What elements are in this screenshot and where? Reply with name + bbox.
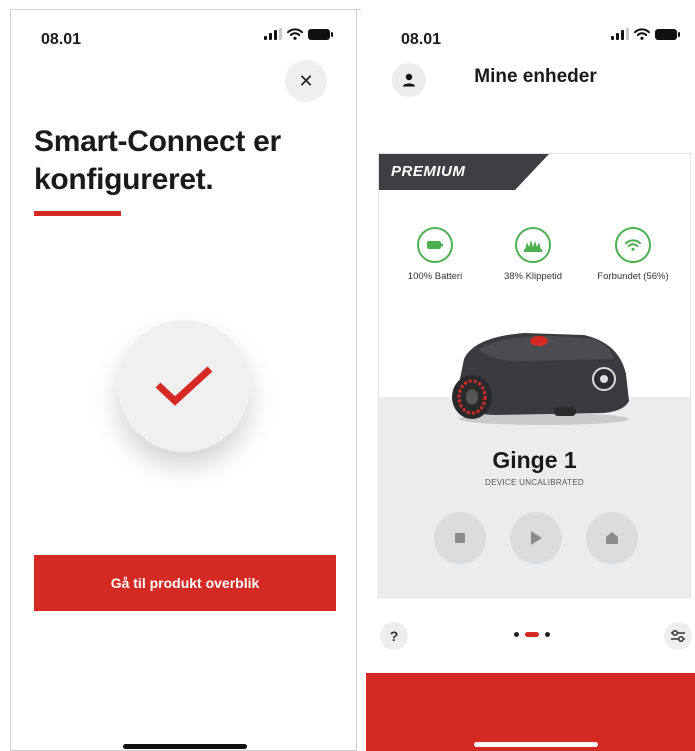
- status-time: 08.01: [401, 31, 442, 48]
- battery-icon: [308, 28, 333, 40]
- connection-stat-label: Forbundet (56%): [597, 271, 669, 282]
- title-line-2: konfigureret.: [34, 163, 214, 196]
- page-title: Mine enheder: [474, 66, 597, 87]
- wifi-icon: [634, 28, 650, 40]
- sliders-icon: [671, 630, 685, 642]
- help-icon: ?: [389, 628, 399, 644]
- close-icon: ✕: [298, 70, 314, 91]
- robot-mower-image: [452, 333, 629, 425]
- page-title: Smart-Connect er konfigureret.: [34, 123, 334, 199]
- checkmark-icon: [155, 366, 213, 406]
- play-button[interactable]: [510, 512, 562, 564]
- mowing-time-stat-ring: [515, 227, 551, 263]
- home-indicator[interactable]: [474, 742, 598, 747]
- connection-stat-ring: [615, 227, 651, 263]
- close-button[interactable]: ✕: [285, 60, 327, 102]
- battery-icon: [427, 241, 443, 249]
- page-indicator[interactable]: [514, 632, 550, 637]
- battery-stat-ring: [417, 227, 453, 263]
- status-bar: 08.01: [11, 10, 356, 54]
- signal-icon: [264, 28, 282, 40]
- home-indicator[interactable]: [123, 744, 247, 749]
- status-bar: 08.01: [366, 10, 695, 54]
- home-dock-button[interactable]: [586, 512, 638, 564]
- success-badge: [118, 320, 250, 452]
- play-icon: [531, 531, 542, 545]
- help-button[interactable]: ?: [380, 622, 408, 650]
- page-dot[interactable]: [545, 632, 550, 637]
- title-underline: [34, 211, 121, 216]
- status-icons: [264, 28, 333, 40]
- device-name: Ginge 1: [492, 447, 577, 473]
- battery-stat-label: 100% Batteri: [407, 271, 463, 282]
- battery-icon: [655, 28, 680, 40]
- home-icon: [606, 532, 618, 544]
- mowing-time-stat-label: 38% Klippetid: [503, 271, 563, 282]
- page-dot-active[interactable]: [525, 632, 539, 637]
- page-dot[interactable]: [514, 632, 519, 637]
- confirmation-screen: 08.01 ✕ Smart-Connect er konfigureret. G…: [10, 10, 357, 751]
- signal-icon: [611, 28, 629, 40]
- mowing-time-stat: 38% Klippetid: [483, 227, 583, 282]
- device-card[interactable]: PREMIUM 100% Batteri 38% Klippetid Forbu…: [378, 153, 691, 598]
- connection-stat: Forbundet (56%): [583, 227, 683, 282]
- premium-badge: PREMIUM: [391, 163, 466, 180]
- status-icons: [611, 28, 680, 40]
- title-line-1: Smart-Connect er: [34, 125, 281, 158]
- wifi-icon: [287, 28, 303, 40]
- go-to-overview-button[interactable]: Gå til produkt overblik: [34, 555, 336, 611]
- grass-icon: [524, 240, 542, 252]
- bottom-red-panel: [366, 673, 695, 751]
- stop-icon: [455, 533, 465, 543]
- battery-stat: 100% Batteri: [385, 227, 485, 282]
- settings-button[interactable]: [664, 622, 692, 650]
- device-status: DEVICE UNCALIBRATED: [485, 478, 584, 487]
- wifi-icon: [625, 239, 641, 251]
- devices-screen: 08.01 Mine enheder PREMIUM 100% Batteri …: [366, 10, 695, 751]
- status-time: 08.01: [41, 31, 82, 48]
- stop-button[interactable]: [434, 512, 486, 564]
